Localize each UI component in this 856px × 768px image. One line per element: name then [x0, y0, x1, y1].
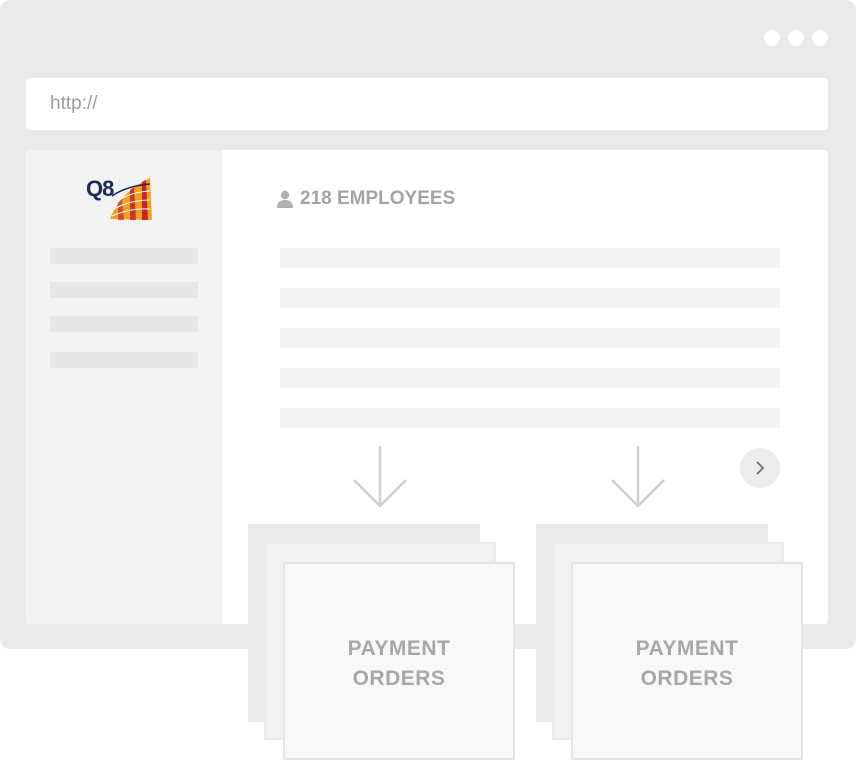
payment-orders-card[interactable]: PAYMENT ORDERS — [283, 562, 515, 760]
next-button[interactable] — [740, 448, 780, 488]
card-label: PAYMENT ORDERS — [285, 634, 513, 694]
window-controls — [764, 30, 828, 46]
chevron-right-icon — [756, 461, 765, 475]
list-row-3 — [280, 328, 780, 348]
card-label-line-1: PAYMENT — [347, 637, 451, 660]
list-row-2 — [280, 288, 780, 308]
card-label: PAYMENT ORDERS — [573, 634, 801, 694]
employees-count: 218 EMPLOYEES — [276, 188, 455, 210]
sidebar-placeholder-4 — [50, 352, 198, 368]
address-bar[interactable]: http:// — [26, 78, 828, 130]
list-row-4 — [280, 368, 780, 388]
arrow-down-icon — [353, 446, 407, 508]
payment-orders-card[interactable]: PAYMENT ORDERS — [571, 562, 803, 760]
sail-logo-icon — [110, 178, 152, 220]
card-label-line-1: PAYMENT — [635, 637, 739, 660]
sidebar-placeholder-3 — [50, 316, 198, 332]
window-dot-1[interactable] — [764, 30, 780, 46]
q8-logo: Q8 — [86, 176, 156, 222]
sidebar-placeholder-1 — [50, 248, 198, 264]
arrow-down-icon — [611, 446, 665, 508]
sidebar: Q8 — [26, 150, 222, 624]
card-label-line-2: ORDERS — [352, 667, 446, 690]
list-row-1 — [280, 248, 780, 268]
user-icon — [277, 190, 293, 208]
window-dot-3[interactable] — [812, 30, 828, 46]
employees-label: 218 EMPLOYEES — [300, 188, 456, 209]
window-dot-2[interactable] — [788, 30, 804, 46]
list-row-5 — [280, 408, 780, 428]
sidebar-placeholder-2 — [50, 282, 198, 298]
card-label-line-2: ORDERS — [640, 667, 734, 690]
